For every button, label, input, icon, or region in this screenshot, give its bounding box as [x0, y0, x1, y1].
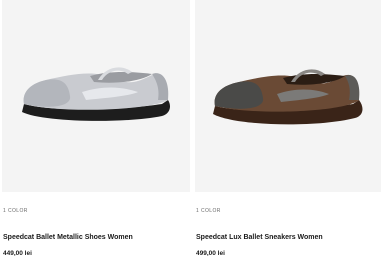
product-card[interactable]: 1 COLOR Speedcat Lux Ballet Sneakers Wom… [195, 0, 383, 270]
product-image[interactable] [2, 0, 190, 192]
product-image[interactable] [195, 0, 383, 192]
scrollbar[interactable] [381, 0, 385, 270]
product-name[interactable]: Speedcat Ballet Metallic Shoes Women [3, 234, 133, 241]
product-grid: 1 COLOR Speedcat Ballet Metallic Shoes W… [0, 0, 385, 270]
product-price: 499,00 lei [196, 250, 225, 257]
color-count: 1 COLOR [3, 208, 28, 214]
product-name[interactable]: Speedcat Lux Ballet Sneakers Women [196, 234, 323, 241]
brown-ballet-sneaker-image [213, 69, 363, 125]
product-price: 449,00 lei [3, 250, 32, 257]
color-count: 1 COLOR [196, 208, 221, 214]
silver-ballet-shoe-image [22, 67, 170, 121]
product-card[interactable]: 1 COLOR Speedcat Ballet Metallic Shoes W… [2, 0, 190, 270]
